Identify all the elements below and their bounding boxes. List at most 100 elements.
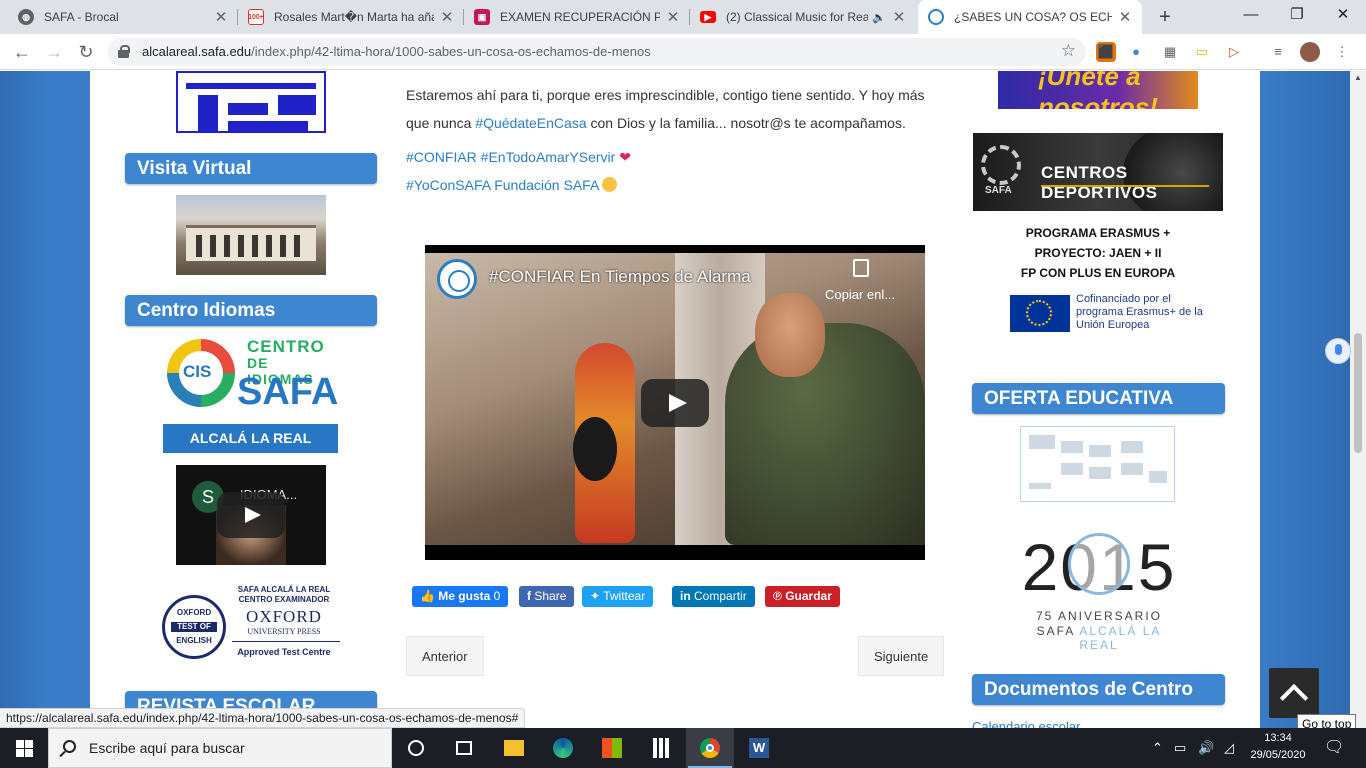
kiss-emoji-icon xyxy=(602,177,618,192)
safa-icon xyxy=(928,9,944,25)
extension-chat-icon[interactable]: ▭ xyxy=(1192,42,1212,62)
voice-input-icon[interactable] xyxy=(1325,338,1351,364)
scrollbar-thumb[interactable] xyxy=(1354,333,1362,453)
play-icon[interactable] xyxy=(217,492,285,538)
article-hashtags-2: #YoConSAFA Fundación SAFA xyxy=(406,171,946,199)
erasmus-cofinanciado-text: Cofinanciado por el programa Erasmus+ de… xyxy=(1076,293,1203,331)
notifications-icon[interactable]: 🗨 xyxy=(1324,728,1344,768)
visita-virtual-image[interactable] xyxy=(176,195,326,275)
safa-gear-icon xyxy=(981,145,1021,185)
back-arrow-icon[interactable]: ← xyxy=(10,40,34,64)
battery-icon[interactable]: ▭ xyxy=(1174,728,1186,768)
close-window-button[interactable]: ✕ xyxy=(1320,0,1366,32)
brocal-logo-image[interactable] xyxy=(176,71,326,133)
channel-logo-icon[interactable] xyxy=(437,259,477,299)
extension-grid-icon[interactable]: ▦ xyxy=(1160,42,1180,62)
unete-banner[interactable]: ¡Únete a nosotros! xyxy=(998,71,1198,109)
close-tab-icon[interactable]: ✕ xyxy=(440,8,454,26)
article-hashtags-1: #CONFIAR #EnTodoAmarYServir ❤ xyxy=(406,143,946,171)
menu-dots-icon[interactable]: ⋮ xyxy=(1332,42,1352,62)
reload-icon[interactable]: ↻ xyxy=(74,40,98,64)
task-view-icon[interactable] xyxy=(440,728,488,768)
cis-safa-logo[interactable]: CIS CENTRO DE IDIOMAS SAFA ALCALÁ LA REA… xyxy=(163,335,338,453)
tab-classroom[interactable]: ▣ EXAMEN RECUPERACIÓN PRIM ✕ xyxy=(464,0,690,34)
tab-active-sabes[interactable]: ¿SABES UN COSA? OS ECHAM ✕ xyxy=(918,0,1142,34)
oferta-educativa-image[interactable] xyxy=(1020,426,1175,502)
tab-gmail[interactable]: 100+ Rosales Mart�n Marta ha añad ✕ xyxy=(238,0,464,34)
linkedin-icon: in xyxy=(680,589,691,603)
profile-avatar[interactable] xyxy=(1300,42,1320,62)
close-tab-icon[interactable]: ✕ xyxy=(892,8,906,26)
copy-link-icon[interactable] xyxy=(853,259,869,277)
show-hidden-icons-icon[interactable]: ⌃ xyxy=(1152,728,1163,768)
file-explorer-icon[interactable] xyxy=(490,728,538,768)
lock-icon[interactable] xyxy=(118,45,130,58)
youtube-icon: ▶ xyxy=(700,11,716,23)
extension-office-icon[interactable]: ⬛ xyxy=(1096,42,1116,62)
extension-screencast-icon[interactable]: ▷ xyxy=(1224,42,1244,62)
vertical-scrollbar[interactable]: ▲ xyxy=(1350,71,1366,728)
microsoft-store-icon[interactable] xyxy=(588,728,636,768)
yoconsafa-link[interactable]: #YoConSAFA Fundación SAFA xyxy=(406,177,599,193)
visita-virtual-header: Visita Virtual xyxy=(125,153,377,184)
gmail-icon: 100+ xyxy=(248,9,264,25)
quedateencasa-link[interactable]: #QuédateEnCasa xyxy=(475,115,586,131)
idiomas-video-embed[interactable]: S IDIOMA... xyxy=(176,465,326,565)
edge-icon[interactable] xyxy=(539,728,587,768)
minimize-button[interactable]: — xyxy=(1228,0,1274,32)
classroom-icon: ▣ xyxy=(474,9,490,25)
calendario-escolar-link[interactable]: Calendario escolar xyxy=(972,719,1080,728)
word-icon[interactable]: W xyxy=(735,728,783,768)
twitter-bird-icon: ✦ xyxy=(590,589,601,603)
wifi-icon[interactable]: ◿ xyxy=(1224,728,1234,768)
thumbs-up-icon: 👍 xyxy=(420,589,435,603)
forward-arrow-icon[interactable]: → xyxy=(42,40,66,64)
speaker-icon[interactable]: 🔈 xyxy=(872,11,886,24)
tab-bar: ◍ SAFA - Brocal ✕ 100+ Rosales Mart�n Ma… xyxy=(0,0,1366,34)
eu-flag-icon[interactable] xyxy=(1010,295,1070,332)
restore-button[interactable]: ❐ xyxy=(1274,0,1320,32)
volume-icon[interactable]: 🔊 xyxy=(1198,728,1214,768)
tab-safa-brocal[interactable]: ◍ SAFA - Brocal ✕ xyxy=(8,0,238,34)
next-article-button[interactable]: Siguiente xyxy=(858,636,945,676)
centro-idiomas-header: Centro Idiomas xyxy=(125,295,377,326)
hashtags-link[interactable]: #CONFIAR #EnTodoAmarYServir xyxy=(406,149,615,165)
calculator-icon[interactable] xyxy=(637,728,685,768)
copy-link-label[interactable]: Copiar enl... xyxy=(825,287,895,302)
taskbar-search-box[interactable]: Escribe aquí para buscar xyxy=(48,728,392,768)
close-tab-icon[interactable]: ✕ xyxy=(666,8,680,26)
cortana-icon[interactable] xyxy=(392,728,440,768)
oxford-test-centre-logo[interactable]: SAFA ALCALÁ LA REAL CENTRO EXAMINADOR OX… xyxy=(162,583,344,671)
pinterest-save-button[interactable]: ℗ Guardar xyxy=(765,586,840,607)
75-aniversario-logo[interactable]: 2015 75 ANIVERSARIO SAFA ALCALÁ LA REAL xyxy=(1016,529,1182,652)
youtube-video-embed[interactable]: #CONFIAR En Tiempos de Alarma Copiar enl… xyxy=(425,245,925,560)
scroll-up-icon[interactable]: ▲ xyxy=(1354,73,1362,82)
go-to-top-button[interactable] xyxy=(1269,668,1319,718)
close-tab-icon[interactable]: ✕ xyxy=(214,8,228,26)
url-text[interactable]: alcalareal.safa.edu/index.php/42-ltima-h… xyxy=(142,44,651,59)
toolbar: ← → ↻ alcalareal.safa.edu/index.php/42-l… xyxy=(0,34,1366,70)
windows-start-icon[interactable] xyxy=(0,728,48,768)
centros-deportivos-banner[interactable]: SAFA CENTROS DEPORTIVOS xyxy=(973,133,1223,211)
facebook-share-button[interactable]: f Share xyxy=(519,586,575,607)
windows-taskbar: Escribe aquí para buscar W ⌃ ▭ 🔊 ◿ 13:34… xyxy=(0,728,1366,768)
close-tab-icon[interactable]: ✕ xyxy=(1118,8,1132,26)
documentos-header: Documentos de Centro xyxy=(972,674,1225,705)
address-bar[interactable]: alcalareal.safa.edu/index.php/42-ltima-h… xyxy=(108,38,1086,66)
new-tab-button[interactable]: + xyxy=(1152,4,1178,30)
linkedin-share-button[interactable]: in Compartir xyxy=(672,586,755,607)
twitter-button[interactable]: ✦ Twittear xyxy=(582,586,654,607)
reading-list-icon[interactable]: ≡ xyxy=(1268,42,1288,62)
bookmark-star-icon[interactable]: ☆ xyxy=(1061,41,1076,61)
taskbar-clock[interactable]: 13:34 29/05/2020 xyxy=(1248,730,1308,764)
page-viewport: Visita Virtual Centro Idiomas CIS CENTRO… xyxy=(0,71,1350,728)
tab-youtube[interactable]: ▶ (2) Classical Music for Reac 🔈 ✕ xyxy=(690,0,916,34)
facebook-like-button[interactable]: 👍 Me gusta 0 xyxy=(412,586,509,607)
play-button[interactable] xyxy=(641,379,709,427)
oxford-seal-icon: OXFORD TEST OF ENGLISH xyxy=(162,595,226,659)
previous-article-button[interactable]: Anterior xyxy=(406,636,484,676)
video-title[interactable]: #CONFIAR En Tiempos de Alarma xyxy=(489,267,751,287)
status-bar-url: https://alcalareal.safa.edu/index.php/42… xyxy=(0,708,526,728)
extension-mic-icon[interactable]: ● xyxy=(1126,42,1146,62)
chrome-icon[interactable] xyxy=(686,728,734,768)
